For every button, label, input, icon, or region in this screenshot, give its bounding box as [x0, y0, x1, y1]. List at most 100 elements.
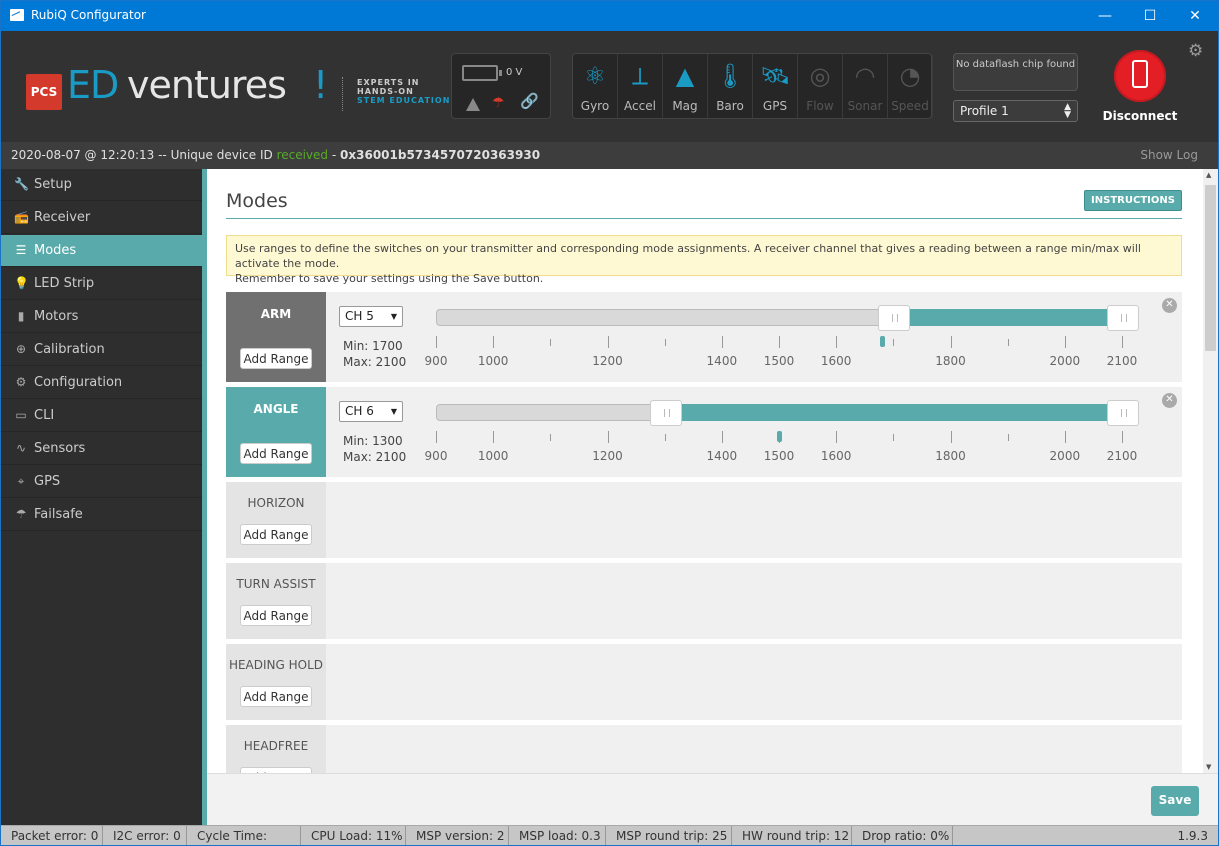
parachute-icon: ☂ — [15, 507, 27, 521]
scale-minor-tick — [550, 434, 552, 441]
device-id: 0x36001b5734570720363930 — [340, 148, 541, 162]
sidebar-item-led-strip[interactable]: 💡 LED Strip — [1, 268, 202, 300]
sidebar-item-label: Receiver — [34, 210, 91, 225]
range-slider-track[interactable] — [436, 400, 1139, 426]
maximize-button[interactable]: ☐ — [1127, 1, 1173, 31]
close-button[interactable]: ✕ — [1172, 1, 1218, 31]
add-range-button[interactable]: Add Range — [240, 443, 312, 464]
scale-minor-tick — [1007, 434, 1009, 441]
profile-select[interactable]: Profile 1 ▲ ▼ — [953, 100, 1078, 122]
sidebar-item-failsafe[interactable]: ☂ Failsafe — [1, 499, 202, 531]
scale-tick — [607, 336, 609, 348]
sidebar-item-setup[interactable]: 🔧 Setup — [1, 169, 202, 201]
add-range-button[interactable]: Add Range — [240, 605, 312, 626]
sidebar-item-gps[interactable]: ⌖ GPS — [1, 466, 202, 498]
status-item: HW round trip: 12 — [732, 826, 852, 845]
scale-label: 1400 — [706, 449, 738, 463]
sensor-label: Accel — [624, 99, 656, 113]
scale-minor-tick — [1007, 339, 1009, 346]
sidebar-item-label: Sensors — [34, 441, 86, 456]
mode-name-cell: HEADFREEAdd Range — [226, 725, 326, 788]
scroll-thumb[interactable] — [1205, 185, 1216, 351]
sidebar-item-label: LED Strip — [34, 276, 95, 291]
sidebar-item-configuration[interactable]: ⚙ Configuration — [1, 367, 202, 399]
remove-range-icon[interactable]: ✕ — [1162, 298, 1177, 313]
sensor-speed: ◔ Speed — [888, 54, 933, 118]
scale-label: 1000 — [477, 354, 509, 368]
scale-label: 1600 — [820, 354, 852, 368]
add-range-button[interactable]: Add Range — [240, 524, 312, 545]
sidebar: 🔧 Setup 📻 Receiver ☰ Modes 💡 LED Strip ▮ Motors ⊕ C… — [1, 169, 202, 825]
mode-row-angle: ANGLE Add Range CH 6 ▼ Min: 1300 Max: 2100 900… — [226, 387, 1182, 477]
mode-name-cell: ARM Add Range — [226, 292, 326, 382]
range-fill — [665, 404, 1123, 421]
scale-minor-tick — [664, 339, 666, 346]
disconnect-button[interactable] — [1114, 50, 1166, 102]
scale-label: 2100 — [1106, 354, 1138, 368]
disconnect-label: Disconnect — [1102, 109, 1178, 123]
chevron-down-icon: ▼ — [390, 407, 397, 416]
title-bar: RubiQ Configurator — ☐ ✕ — [1, 1, 1218, 31]
scale-tick — [436, 336, 437, 348]
range-max-handle[interactable] — [1107, 400, 1139, 426]
calibration-icon: ⊕ — [15, 342, 27, 356]
motor-icon: ▮ — [17, 309, 25, 323]
minimize-button[interactable]: — — [1082, 1, 1128, 31]
scale-label: 1500 — [763, 449, 795, 463]
speed-icon: ◔ — [899, 62, 921, 90]
channel-select[interactable]: CH 6 ▼ — [339, 401, 403, 422]
remove-range-icon[interactable]: ✕ — [1162, 393, 1177, 408]
battery-icon — [462, 65, 502, 81]
sidebar-item-sensors[interactable]: ∿ Sensors — [1, 433, 202, 465]
content-footer — [207, 773, 1218, 825]
sidebar-item-label: Calibration — [34, 342, 105, 357]
sidebar-item-cli[interactable]: ▭ CLI — [1, 400, 202, 432]
mode-name-cell: HORIZON Add Range — [226, 482, 326, 558]
sidebar-item-calibration[interactable]: ⊕ Calibration — [1, 334, 202, 366]
range-editor: CH 5 ▼ Min: 1700 Max: 2100 900 1000 1200 1400 15… — [326, 292, 1182, 382]
range-max-handle[interactable] — [1107, 305, 1139, 331]
sidebar-item-receiver[interactable]: 📻 Receiver — [1, 202, 202, 234]
range-min-handle[interactable] — [649, 400, 682, 426]
range-max-label: Max: 2100 — [343, 450, 407, 464]
scale-label: 2000 — [1049, 354, 1081, 368]
warning-icon — [466, 98, 480, 111]
channel-select[interactable]: CH 5 ▼ — [339, 306, 403, 327]
satellite-icon: ⌖ — [17, 474, 25, 488]
range-min-handle[interactable] — [878, 305, 911, 331]
scroll-down-icon[interactable]: ▼ — [1206, 763, 1211, 771]
mode-name-cell: TURN ASSIST Add Range — [226, 563, 326, 639]
scale-tick — [1064, 336, 1066, 348]
range-min-label: Min: 1700 — [343, 339, 403, 353]
sensor-mag: ▲ Mag — [663, 54, 708, 118]
sensor-baro: 🌡 Baro — [708, 54, 753, 118]
sensor-label: Sonar — [847, 99, 883, 113]
scale-tick — [1122, 336, 1123, 348]
pcs-logo: PCS — [26, 74, 62, 110]
range-max-label: Max: 2100 — [343, 355, 407, 369]
range-slider-track[interactable] — [436, 305, 1139, 331]
status-item: CPU Load: 11% — [301, 826, 406, 845]
terminal-icon: ▭ — [15, 408, 27, 422]
scale-label: 1500 — [763, 354, 795, 368]
scale-tick — [1122, 431, 1123, 443]
title-divider — [226, 218, 1182, 219]
sidebar-item-motors[interactable]: ▮ Motors — [1, 301, 202, 333]
sidebar-item-label: Failsafe — [34, 507, 83, 522]
sonar-icon: ◠ — [854, 62, 876, 90]
sensor-label: Speed — [891, 99, 929, 113]
add-range-button[interactable]: Add Range — [240, 686, 312, 707]
instructions-button[interactable]: INSTRUCTIONS — [1084, 190, 1182, 211]
logo-exclaim: ! — [313, 63, 329, 107]
settings-gear-icon[interactable]: ⚙ — [1188, 41, 1203, 61]
flow-icon: ◎ — [809, 62, 831, 90]
show-log-link[interactable]: Show Log — [1140, 142, 1198, 168]
save-button[interactable]: Save — [1151, 786, 1199, 816]
updown-icon: ▲ ▼ — [1064, 102, 1071, 120]
scroll-up-icon[interactable]: ▲ — [1206, 171, 1211, 179]
sidebar-item-label: GPS — [34, 474, 61, 489]
sidebar-item-modes[interactable]: ☰ Modes — [1, 235, 202, 267]
toggle-icon: ☰ — [15, 243, 27, 257]
add-range-button[interactable]: Add Range — [240, 348, 312, 369]
content-scrollbar[interactable]: ▲ ▼ — [1203, 169, 1218, 773]
